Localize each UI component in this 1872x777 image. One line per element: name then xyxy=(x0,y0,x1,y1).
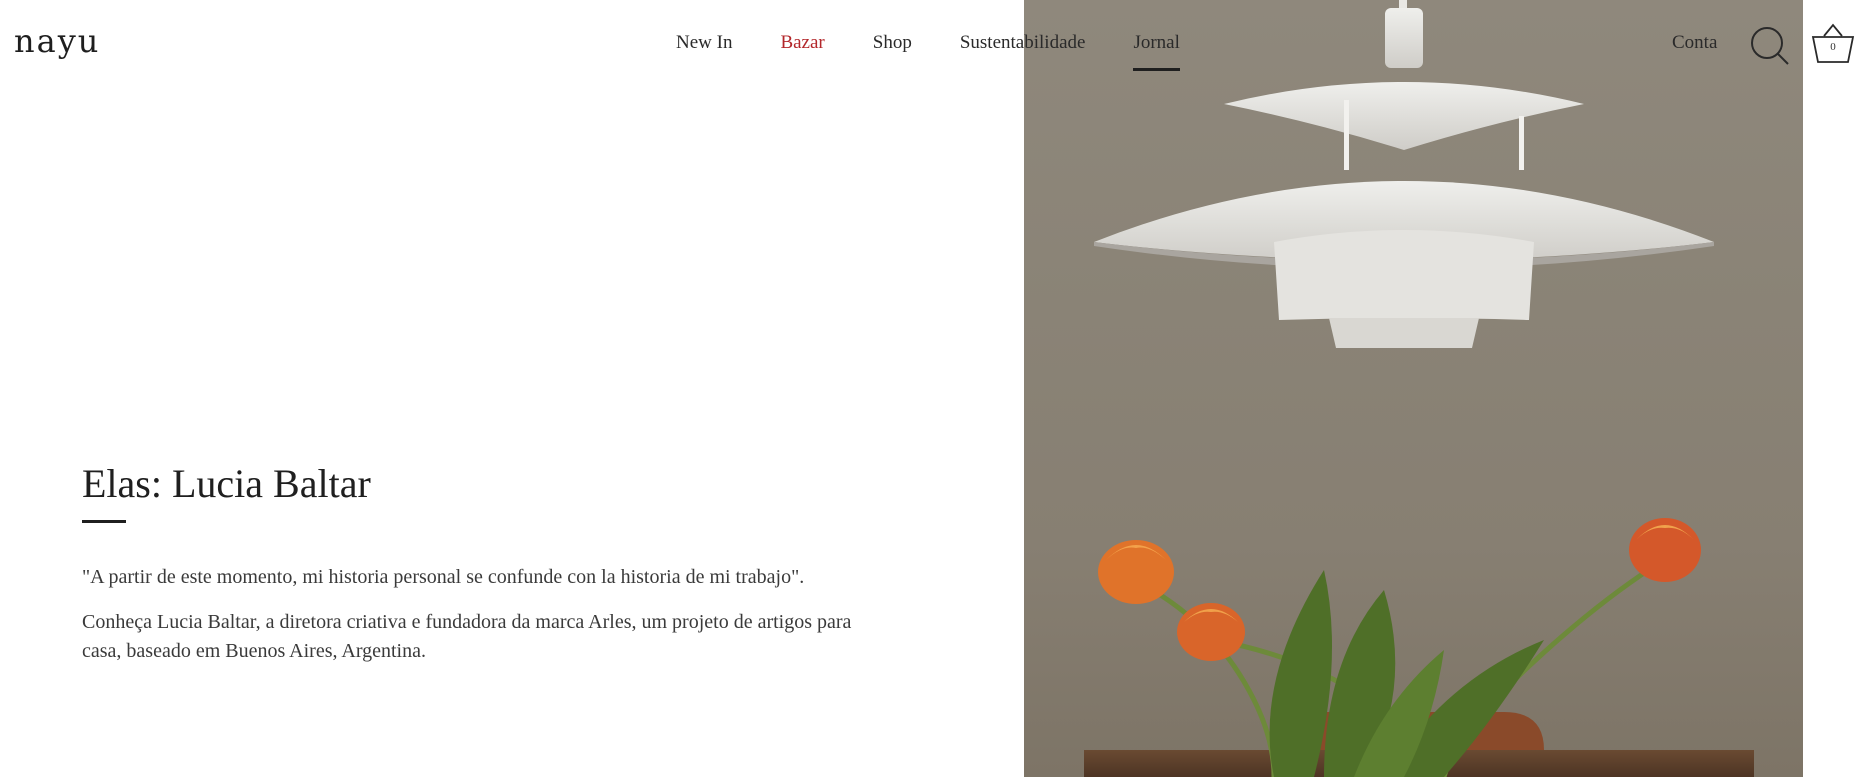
site-header: nayu New In Bazar Shop Sustentabilidade … xyxy=(0,0,1872,90)
article-quote: "A partir de este momento, mi historia p… xyxy=(82,566,805,588)
article-intro-text: Conheça Lucia Baltar, a diretora criativ… xyxy=(82,611,852,662)
cart-button[interactable]: 0 xyxy=(1810,22,1856,66)
hero-photo xyxy=(1024,0,1803,777)
cart-count: 0 xyxy=(1830,41,1836,53)
article-intro: Elas: Lucia Baltar "A partir de este mom… xyxy=(82,460,862,666)
site-logo[interactable]: nayu xyxy=(14,22,100,60)
article-title: Elas: Lucia Baltar xyxy=(82,461,371,506)
account-link[interactable]: Conta xyxy=(1672,32,1717,54)
search-icon xyxy=(1751,27,1789,65)
nav-item-jornal[interactable]: Jornal xyxy=(1133,32,1181,71)
nav-item-bazar[interactable]: Bazar xyxy=(780,32,824,54)
nav-item-shop[interactable]: Shop xyxy=(873,32,912,54)
lamp-and-tulips-illustration xyxy=(1084,0,1754,777)
nav-item-new-in[interactable]: New In xyxy=(676,32,732,54)
main-nav: New In Bazar Shop Sustentabilidade Jorna… xyxy=(676,32,1181,71)
title-divider xyxy=(82,520,126,523)
nav-item-sustentabilidade[interactable]: Sustentabilidade xyxy=(960,32,1086,54)
search-button[interactable] xyxy=(1750,26,1790,66)
